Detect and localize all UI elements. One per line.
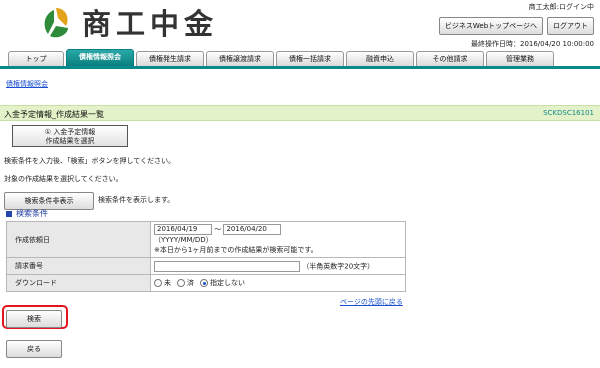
table-row: 請求番号 （半角英数字20文字） bbox=[6, 257, 406, 275]
logo: 商工中金 bbox=[36, 4, 218, 44]
download-option-done[interactable]: 済 bbox=[177, 278, 194, 288]
date-cell: 2016/04/19 ～ 2016/04/20 （YYYY/MM/DD） ※本日… bbox=[150, 221, 406, 258]
square-bullet-icon bbox=[6, 210, 12, 217]
date-separator: ～ bbox=[214, 225, 222, 234]
tab-underline bbox=[0, 66, 600, 69]
radio-label: 指定しない bbox=[210, 279, 245, 287]
section-title: 検索条件 bbox=[16, 209, 48, 218]
date-range-note: ※本日から1ヶ月前までの作成結果が検索可能です。 bbox=[154, 246, 318, 254]
back-to-top-link[interactable]: ページの先頭に戻る bbox=[340, 297, 403, 307]
step-line-2: 作成結果を選択 bbox=[45, 137, 95, 145]
date-format-hint: （YYYY/MM/DD） bbox=[154, 236, 213, 244]
radio-label: 未 bbox=[164, 279, 171, 287]
radio-label: 済 bbox=[187, 279, 194, 287]
page-title-bar: 入金予定情報_作成結果一覧 SCKDSC16101 bbox=[0, 105, 600, 121]
search-button[interactable]: 検索 bbox=[6, 310, 62, 328]
radio-icon[interactable] bbox=[154, 279, 162, 287]
screen-id: SCKDSC16101 bbox=[543, 109, 594, 117]
search-conditions-table: 作成依頼日 2016/04/19 ～ 2016/04/20 （YYYY/MM/D… bbox=[6, 221, 406, 292]
date-label: 作成依頼日 bbox=[6, 221, 151, 258]
search-conditions-heading: 検索条件 bbox=[6, 208, 48, 219]
logo-text: 商工中金 bbox=[82, 7, 219, 41]
date-to-input[interactable]: 2016/04/20 bbox=[223, 224, 282, 235]
back-button[interactable]: 戻る bbox=[6, 340, 62, 358]
toggle-note: 検索条件を表示します。 bbox=[98, 196, 175, 204]
subnav-claim-inquiry-link[interactable]: 債権情報照会 bbox=[6, 79, 48, 89]
main-tabs: トップ 債権情報照会 債権発生請求 債権譲渡請求 債権一括請求 融資申込 その他… bbox=[8, 49, 554, 66]
table-row: ダウンロード 未 済 指定しない bbox=[6, 274, 406, 292]
instruction-select: 対象の作成結果を選択してください。 bbox=[4, 175, 123, 183]
page-title: 入金予定情報_作成結果一覧 bbox=[4, 110, 104, 119]
tab-top[interactable]: トップ bbox=[8, 51, 64, 66]
business-web-top-button[interactable]: ビジネスWebトップページへ bbox=[438, 17, 543, 35]
request-number-note: （半角英数字20文字） bbox=[302, 262, 375, 270]
user-status: 商工太郎:ログイン中 bbox=[528, 3, 594, 11]
tab-claim-transfer[interactable]: 債権譲渡請求 bbox=[206, 51, 274, 66]
date-from-input[interactable]: 2016/04/19 bbox=[154, 224, 212, 235]
tab-claim-issue[interactable]: 債権発生請求 bbox=[136, 51, 204, 66]
tab-admin[interactable]: 管理業務 bbox=[486, 51, 554, 66]
request-number-input[interactable] bbox=[154, 260, 300, 272]
step-indicator: ① 入金予定情報 作成結果を選択 bbox=[12, 125, 128, 147]
request-number-cell: （半角英数字20文字） bbox=[150, 257, 406, 275]
table-row: 作成依頼日 2016/04/19 ～ 2016/04/20 （YYYY/MM/D… bbox=[6, 221, 406, 258]
instruction-search: 検索条件を入力後、「検索」ボタンを押してください。 bbox=[4, 157, 176, 165]
step-line-1: ① 入金予定情報 bbox=[44, 128, 96, 136]
download-option-not-yet[interactable]: 未 bbox=[154, 278, 171, 288]
last-operation-time: 最終操作日時：2016/04/20 10:00:00 bbox=[439, 39, 594, 49]
tab-claim-inquiry[interactable]: 債権情報照会 bbox=[66, 49, 134, 66]
request-number-label: 請求番号 bbox=[6, 257, 151, 275]
download-cell: 未 済 指定しない bbox=[150, 274, 406, 292]
radio-selected-icon[interactable] bbox=[200, 279, 208, 287]
last-op-value: 2016/04/20 10:00:00 bbox=[519, 40, 594, 48]
logout-button[interactable]: ログアウト bbox=[547, 17, 594, 35]
tab-bulk-request[interactable]: 債権一括請求 bbox=[276, 51, 344, 66]
download-label: ダウンロード bbox=[6, 274, 151, 292]
tab-loan-application[interactable]: 融資申込 bbox=[346, 51, 414, 66]
radio-icon[interactable] bbox=[177, 279, 185, 287]
last-op-label: 最終操作日時： bbox=[470, 40, 520, 48]
tab-other-requests[interactable]: その他請求 bbox=[416, 51, 484, 66]
header-right: 商工太郎:ログイン中 ビジネスWebトップページへ ログアウト 最終操作日時：2… bbox=[438, 2, 594, 49]
download-option-unspecified[interactable]: 指定しない bbox=[200, 278, 245, 288]
logo-mark-icon bbox=[36, 4, 76, 44]
